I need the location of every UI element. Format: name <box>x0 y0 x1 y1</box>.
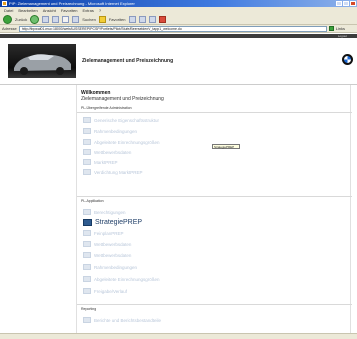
menu-help[interactable]: ? <box>99 7 101 14</box>
banner-title: Zielemanagement und Preiszeichnung <box>82 58 174 64</box>
menu-extras[interactable]: Extras <box>83 7 94 14</box>
calc-icon <box>83 139 91 145</box>
report-icon <box>83 317 91 323</box>
home-icon[interactable] <box>62 15 70 23</box>
admin-item-eigenschaftsstruktur[interactable]: Generische Eigenschaftsstruktur <box>83 117 159 123</box>
browser-toolbar: Zurück Suchen Favoriten <box>0 14 357 25</box>
section-admin-header: PL-Übergreifende Administration <box>81 106 132 110</box>
permissions-icon <box>83 209 91 215</box>
competitor-icon <box>83 149 91 155</box>
menu-datei[interactable]: Datei <box>4 7 13 14</box>
admin-item-einrechnungsgroessen[interactable]: Abgeleitete Einrechnungsgrößen <box>83 139 160 145</box>
history-icon[interactable] <box>128 15 136 23</box>
go-icon[interactable] <box>328 26 334 31</box>
conditions-icon <box>83 128 91 134</box>
admin-item-rahmenbedingungen[interactable]: Rahmenbedingungen <box>83 128 137 134</box>
aggregate-icon <box>83 169 91 175</box>
minimize-icon[interactable] <box>336 1 342 6</box>
forward-icon[interactable] <box>30 14 40 24</box>
app-item-wettbewerbsdaten-1[interactable]: Wettbewerbsdaten <box>83 241 131 247</box>
competitor-icon <box>83 252 91 258</box>
bmw-logo-icon <box>342 54 353 65</box>
competitor-icon <box>83 241 91 247</box>
mail-icon[interactable] <box>138 15 146 23</box>
car-image <box>8 44 76 78</box>
menu-favoriten[interactable]: Favoriten <box>61 7 78 14</box>
left-margin <box>0 85 72 335</box>
conditions-icon <box>83 264 91 270</box>
admin-item-marktprep[interactable]: MarktPREP <box>83 159 118 165</box>
back-label[interactable]: Zurück <box>15 17 27 22</box>
release-icon <box>83 288 91 294</box>
search-label[interactable]: Suchen <box>82 17 96 22</box>
app-item-strategieprep[interactable]: StrategiePREP <box>83 219 142 226</box>
ie-icon <box>2 1 7 6</box>
app-item-feinplanprep[interactable]: FeinplanPREP <box>83 230 124 236</box>
maximize-icon[interactable] <box>343 1 349 6</box>
menu-ansicht[interactable]: Ansicht <box>43 7 56 14</box>
window-controls <box>336 1 356 6</box>
admin-item-verdichtung[interactable]: Verdichtung MarktPREP <box>83 169 143 175</box>
app-item-berechtigungen[interactable]: Berechtigungen <box>83 209 126 215</box>
window-title: PIP: Zielemanagement und Preisrechnung -… <box>9 1 135 6</box>
main-content: Willkommen Zielemanagement und Preizeich… <box>76 85 352 333</box>
strategy-icon <box>83 219 92 226</box>
calc-icon <box>83 276 91 282</box>
plan-icon <box>83 230 91 236</box>
app-item-einrechnungsgroessen[interactable]: Abgeleitete Einrechnungsgrößen <box>83 276 160 282</box>
window-titlebar: PIP: Zielemanagement und Preisrechnung -… <box>0 0 357 7</box>
section-reporting-header: Reporting <box>81 307 97 311</box>
status-bar <box>0 333 357 339</box>
links-label[interactable]: Links <box>336 26 345 31</box>
print-icon[interactable] <box>148 15 156 23</box>
divider <box>77 196 352 197</box>
structure-icon <box>83 117 91 123</box>
menu-bar: Datei Bearbeiten Ansicht Favoriten Extra… <box>0 7 357 14</box>
admin-item-wettbewerbsdaten[interactable]: Wettbewerbsdaten <box>83 149 131 155</box>
app-item-rahmenbedingungen[interactable]: Rahmenbedingungen <box>83 264 137 270</box>
section-apps-header: PL-Applikation <box>81 199 104 203</box>
search-icon[interactable] <box>72 15 80 23</box>
back-icon[interactable] <box>3 14 12 24</box>
close-icon[interactable] <box>350 1 356 6</box>
favorites-icon[interactable] <box>98 15 106 23</box>
stop-icon[interactable] <box>42 15 50 23</box>
address-bar: Adresse http://tbpwal01.muc:18000/webAUS… <box>0 25 357 33</box>
edit-icon[interactable] <box>158 15 166 23</box>
address-input[interactable]: http://tbpwal01.muc:18000/webAUSSEREPIPC… <box>18 25 327 32</box>
page-banner: Zielemanagement und Preiszeichnung <box>0 38 357 85</box>
app-item-wettbewerbsdaten-2[interactable]: Wettbewerbsdaten <box>83 252 131 258</box>
menu-bearbeiten[interactable]: Bearbeiten <box>18 7 37 14</box>
divider <box>77 112 352 113</box>
address-label: Adresse <box>2 26 17 31</box>
report-item-berichte[interactable]: Berichte und Berichtsbestandteile <box>83 317 161 323</box>
page-subtitle: Zielemanagement und Preizeichnung <box>81 96 164 102</box>
refresh-icon[interactable] <box>52 15 60 23</box>
favorites-label[interactable]: Favoriten <box>109 17 126 22</box>
market-icon <box>83 159 91 165</box>
divider <box>77 304 352 305</box>
app-item-freigabe[interactable]: Freigabe/Verlauf <box>83 288 127 294</box>
tooltip: StrategiePREP <box>212 144 240 149</box>
